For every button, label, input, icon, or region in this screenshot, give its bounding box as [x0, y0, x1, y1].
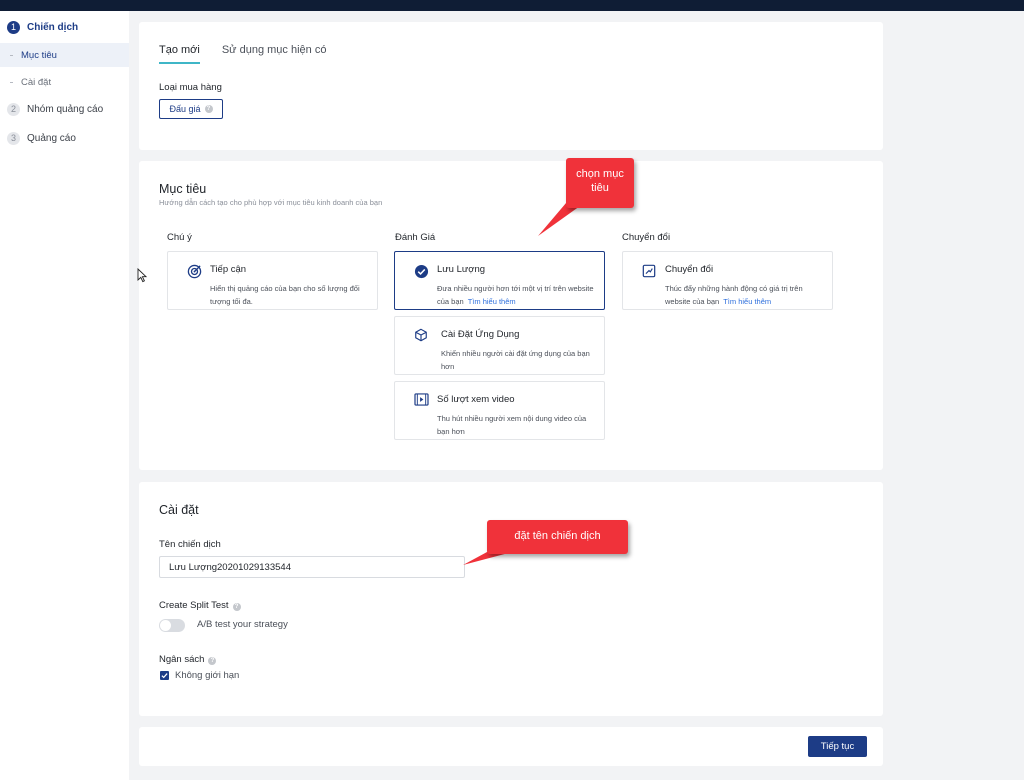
help-icon[interactable]: ? [208, 657, 217, 665]
sidebar-step-ad-group[interactable]: 2 Nhóm quảng cáo [0, 102, 129, 116]
callout-campaign-name: đặt tên chiến dịch [487, 520, 628, 554]
learn-more-link[interactable]: Tìm hiểu thêm [723, 297, 771, 306]
objective-option-traffic[interactable]: Lưu Lượng Đưa nhiều người hơn tới một vị… [394, 251, 605, 310]
step-number: 3 [7, 131, 20, 145]
help-icon[interactable]: ? [232, 603, 241, 611]
split-test-description: A/B test your strategy [197, 619, 288, 630]
footer-bar: Tiếp tục [139, 727, 883, 766]
tab-create-new[interactable]: Tạo mới [159, 44, 200, 64]
option-description: Thúc đẩy những hành động có giá trị trên… [665, 282, 825, 308]
objective-subtitle: Hướng dẫn cách tạo cho phù hợp với mục t… [159, 198, 383, 207]
create-tabs: Tạo mới Sử dụng mục hiện có [159, 44, 348, 64]
substep-dash [10, 81, 13, 83]
option-description: Thu hút nhiều người xem nội dung video c… [437, 414, 587, 436]
step-number: 2 [7, 102, 20, 116]
callout-objective: chọn mục tiêu [566, 158, 634, 208]
split-test-label: Create Split Test? [159, 600, 241, 611]
settings-title: Cài đặt [159, 503, 199, 517]
sidebar-step-campaign[interactable]: 1 Chiến dịch [0, 20, 129, 34]
budget-label-text: Ngân sách [159, 654, 205, 665]
column-awareness: Chú ý [167, 232, 192, 243]
objective-card: Mục tiêu Hướng dẫn cách tạo cho phù hợp … [139, 161, 883, 470]
target-icon [186, 263, 202, 279]
check-circle-icon [413, 263, 429, 279]
sidebar-substep-settings[interactable]: Cài đặt [0, 70, 129, 94]
continue-button[interactable]: Tiếp tục [808, 736, 867, 757]
step-label: Nhóm quảng cáo [27, 103, 104, 115]
learn-more-link[interactable]: Tìm hiểu thêm [468, 297, 516, 306]
option-title: Số lượt xem video [437, 394, 515, 405]
sidebar: 1 Chiến dịch Mục tiêu Cài đặt 2 Nhóm quả… [0, 11, 129, 780]
option-title: Lưu Lượng [437, 264, 486, 275]
objective-title: Mục tiêu [159, 182, 207, 196]
objective-option-video-views[interactable]: Số lượt xem video Thu hút nhiều người xe… [394, 381, 605, 440]
substep-label: Mục tiêu [21, 49, 57, 61]
checkmark-icon [161, 673, 168, 679]
column-conversion: Chuyển đổi [622, 232, 671, 243]
option-title: Cài Đặt Ứng Dụng [441, 329, 520, 340]
settings-card: Cài đặt Tên chiến dịch Create Split Test… [139, 482, 883, 716]
substep-dash [10, 54, 13, 56]
budget-label: Ngân sách? [159, 654, 217, 665]
top-nav-bar [0, 0, 1024, 11]
mouse-cursor-icon [137, 268, 147, 283]
column-consideration: Đánh Giá [395, 232, 436, 243]
tab-use-existing[interactable]: Sử dụng mục hiện có [222, 44, 327, 64]
option-description: Đưa nhiều người hơn tới một vị trí trên … [437, 282, 597, 308]
option-description: Hiển thị quảng cáo của bạn cho số lượng … [210, 284, 360, 306]
step-label: Quảng cáo [27, 132, 76, 144]
purchase-type-auction-button[interactable]: Đấu giá ? [159, 99, 223, 119]
split-test-toggle[interactable] [159, 619, 185, 632]
purchase-type-card: Tạo mới Sử dụng mục hiện có Loại mua hàn… [139, 22, 883, 150]
trend-up-icon [641, 263, 657, 279]
budget-unlimited-checkbox[interactable] [160, 671, 169, 680]
step-label: Chiến dịch [27, 21, 79, 33]
campaign-name-input[interactable] [159, 556, 465, 578]
option-description: Khiến nhiều người cài đặt ứng dụng của b… [441, 349, 590, 371]
campaign-name-label: Tên chiến dịch [159, 539, 221, 550]
objective-option-conversions[interactable]: Chuyển đổi Thúc đẩy những hành động có g… [622, 251, 833, 310]
substep-label: Cài đặt [21, 76, 52, 88]
budget-unlimited-label: Không giới hạn [175, 670, 240, 681]
option-title: Tiếp cận [210, 264, 247, 275]
sidebar-substep-objective[interactable]: Mục tiêu [0, 43, 129, 67]
sidebar-step-ad[interactable]: 3 Quảng cáo [0, 131, 129, 145]
objective-option-app-install[interactable]: Cài Đặt Ứng Dụng Khiến nhiều người cài đ… [394, 316, 605, 375]
toggle-knob [160, 620, 171, 631]
objective-option-reach[interactable]: Tiếp cận Hiển thị quảng cáo của bạn cho … [167, 251, 378, 310]
step-number: 1 [7, 20, 20, 34]
cube-icon [413, 327, 429, 343]
purchase-type-label: Loại mua hàng [159, 82, 222, 93]
help-icon[interactable]: ? [204, 105, 213, 113]
purchase-type-value: Đấu giá [169, 104, 201, 114]
option-title: Chuyển đổi [665, 264, 714, 275]
video-icon [413, 391, 429, 407]
split-test-label-text: Create Split Test [159, 600, 229, 611]
